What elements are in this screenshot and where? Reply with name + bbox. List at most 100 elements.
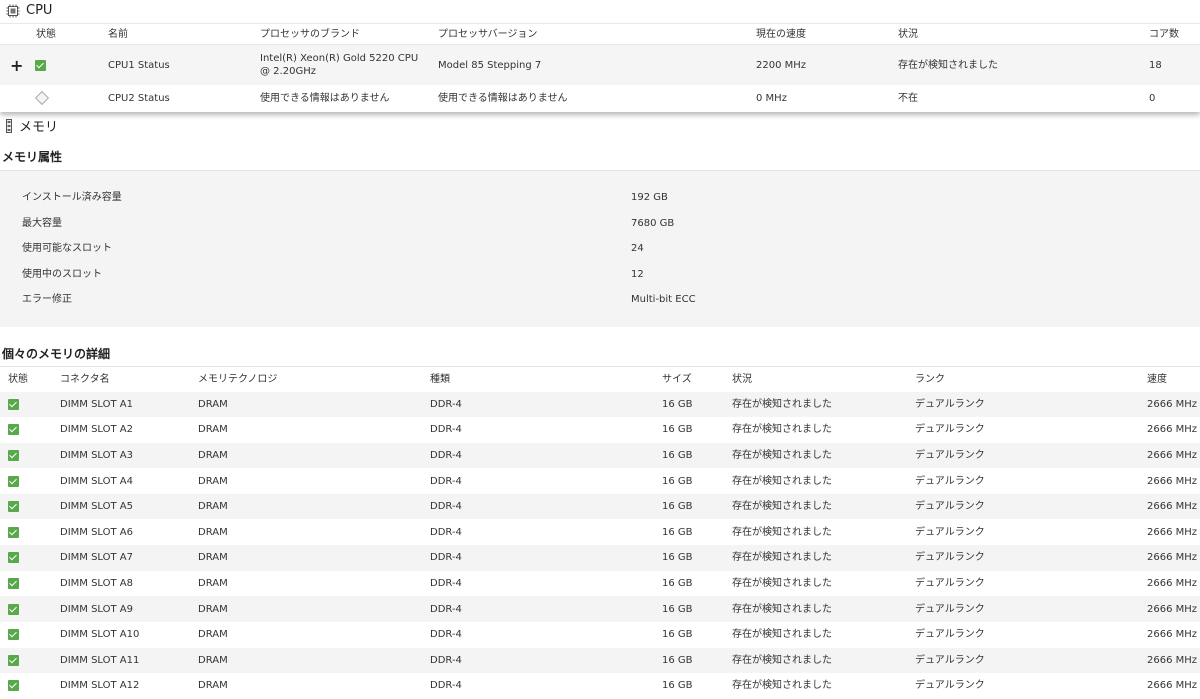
col-header-technology: メモリテクノロジ xyxy=(198,373,278,385)
check-ok-icon xyxy=(8,673,19,699)
dimm-type: DDR-4 xyxy=(430,629,462,641)
dimm-type: DDR-4 xyxy=(430,424,462,436)
dimm-speed: 2666 MHz xyxy=(1147,398,1198,410)
cpu-section-header: CPU xyxy=(6,0,52,20)
dimm-row[interactable]: DIMM SLOT A10 DRAM DDR-4 16 GB 存在が検知されました デュア… xyxy=(0,622,1200,648)
dimm-speed: 2666 MHz xyxy=(1147,424,1198,436)
col-header-status: 状況 xyxy=(732,373,752,385)
dimm-row[interactable]: DIMM SLOT A8 DRAM DDR-4 16 GB 存在が検知されました デュアル… xyxy=(0,571,1200,597)
dimm-row[interactable]: DIMM SLOT A4 DRAM DDR-4 16 GB 存在が検知されました デュアル… xyxy=(0,468,1200,494)
attribute-label: 使用中のスロット xyxy=(22,268,102,280)
dimm-speed: 2666 MHz xyxy=(1147,577,1198,589)
attribute-row: 使用可能なスロット 24 xyxy=(0,238,1200,258)
dimm-type: DDR-4 xyxy=(430,501,462,513)
check-ok-icon xyxy=(8,545,19,571)
dimm-speed: 2666 MHz xyxy=(1147,501,1198,513)
dimm-rank: デュアルランク xyxy=(915,629,985,641)
dimm-speed: 2666 MHz xyxy=(1147,654,1198,666)
dimm-type: DDR-4 xyxy=(430,398,462,410)
cpu-cores: 0 xyxy=(1149,92,1156,104)
dimm-technology: DRAM xyxy=(198,680,228,692)
dimm-size: 16 GB xyxy=(662,398,693,410)
dimm-row[interactable]: DIMM SLOT A6 DRAM DDR-4 16 GB 存在が検知されました デュアル… xyxy=(0,520,1200,546)
attribute-row: インストール済み容量 192 GB xyxy=(0,187,1200,207)
check-ok-icon xyxy=(8,648,19,674)
dimm-type: DDR-4 xyxy=(430,552,462,564)
dimm-connector: DIMM SLOT A9 xyxy=(60,603,134,615)
memory-module-icon xyxy=(5,118,13,133)
dimm-row[interactable]: DIMM SLOT A11 DRAM DDR-4 16 GB 存在が検知されました デュア… xyxy=(0,647,1200,674)
check-ok-icon xyxy=(8,520,19,546)
dimm-rank: デュアルランク xyxy=(915,398,985,410)
dimm-rank: デュアルランク xyxy=(915,603,985,615)
col-header-connector: コネクタ名 xyxy=(60,373,110,385)
dimm-connector: DIMM SLOT A4 xyxy=(60,475,134,487)
dimm-status: 存在が検知されました xyxy=(732,654,832,666)
dimm-technology: DRAM xyxy=(198,449,228,461)
dimm-technology: DRAM xyxy=(198,526,228,538)
dimm-row[interactable]: DIMM SLOT A2 DRAM DDR-4 16 GB 存在が検知されました デュアル… xyxy=(0,417,1200,443)
cpu-row[interactable]: CPU2 Status 使用できる情報はありません 使用できる情報はありません … xyxy=(0,86,1200,110)
dimm-connector: DIMM SLOT A5 xyxy=(60,501,134,513)
dimm-connector: DIMM SLOT A10 xyxy=(60,629,140,641)
cpu-chip-icon xyxy=(6,3,20,18)
check-ok-icon xyxy=(8,571,19,597)
dimm-size: 16 GB xyxy=(662,577,693,589)
dimm-technology: DRAM xyxy=(198,552,228,564)
attribute-row: エラー修正 Multi-bit ECC xyxy=(0,289,1200,309)
col-header-rank: ランク xyxy=(915,373,945,385)
dimm-size: 16 GB xyxy=(662,424,693,436)
cpu-row[interactable]: + CPU1 Status Intel(R) Xeon(R) Gold 5220… xyxy=(0,45,1200,85)
dimm-status: 存在が検知されました xyxy=(732,577,832,589)
dimm-connector: DIMM SLOT A7 xyxy=(60,552,134,564)
dimm-rank: デュアルランク xyxy=(915,680,985,692)
col-header-version: プロセッサバージョン xyxy=(438,28,538,40)
dimm-connector: DIMM SLOT A3 xyxy=(60,449,134,461)
dimm-rank: デュアルランク xyxy=(915,449,985,461)
dimm-rank: デュアルランク xyxy=(915,654,985,666)
check-ok-icon xyxy=(8,622,19,648)
col-header-state: 状態 xyxy=(36,28,56,40)
dimm-row[interactable]: DIMM SLOT A7 DRAM DDR-4 16 GB 存在が検知されました デュアル… xyxy=(0,545,1200,571)
cpu-speed: 2200 MHz xyxy=(756,59,807,71)
dimm-row[interactable]: DIMM SLOT A9 DRAM DDR-4 16 GB 存在が検知されました デュアル… xyxy=(0,596,1200,622)
attribute-row: 最大容量 7680 GB xyxy=(0,213,1200,233)
dimm-row[interactable]: DIMM SLOT A12 DRAM DDR-4 16 GB 存在が検知されました デュア… xyxy=(0,673,1200,699)
dimm-rank: デュアルランク xyxy=(915,501,985,513)
dimm-rank: デュアルランク xyxy=(915,475,985,487)
memory-section-title: メモリ xyxy=(19,119,59,135)
dimm-rank: デュアルランク xyxy=(915,424,985,436)
plus-expand-icon[interactable]: + xyxy=(10,45,23,85)
cpu-name: CPU2 Status xyxy=(108,92,170,104)
dimm-technology: DRAM xyxy=(198,577,228,589)
dimm-row[interactable]: DIMM SLOT A3 DRAM DDR-4 16 GB 存在が検知されました デュアル… xyxy=(0,442,1200,469)
dimm-technology: DRAM xyxy=(198,398,228,410)
dimm-connector: DIMM SLOT A1 xyxy=(60,398,134,410)
dimm-size: 16 GB xyxy=(662,603,693,615)
check-ok-icon xyxy=(8,494,19,520)
attribute-value: 12 xyxy=(631,268,644,280)
col-header-brand: プロセッサのブランド xyxy=(260,28,360,40)
diamond-absent-icon xyxy=(34,86,50,110)
dimm-connector: DIMM SLOT A11 xyxy=(60,654,140,666)
dimm-technology: DRAM xyxy=(198,654,228,666)
attribute-value: 7680 GB xyxy=(631,217,675,229)
dimm-type: DDR-4 xyxy=(430,680,462,692)
check-ok-icon xyxy=(35,45,46,85)
check-ok-icon xyxy=(8,417,19,443)
dimm-size: 16 GB xyxy=(662,552,693,564)
dimm-row[interactable]: DIMM SLOT A1 DRAM DDR-4 16 GB 存在が検知されました デュアル… xyxy=(0,391,1200,418)
cpu-version: 使用できる情報はありません xyxy=(438,92,568,104)
dimm-status: 存在が検知されました xyxy=(732,424,832,436)
attribute-label: インストール済み容量 xyxy=(22,191,122,203)
col-header-speed: 速度 xyxy=(1147,373,1167,385)
dimm-status: 存在が検知されました xyxy=(732,475,832,487)
dimm-type: DDR-4 xyxy=(430,654,462,666)
dimm-status: 存在が検知されました xyxy=(732,501,832,513)
cpu-cores: 18 xyxy=(1149,59,1162,71)
dimm-row[interactable]: DIMM SLOT A5 DRAM DDR-4 16 GB 存在が検知されました デュアル… xyxy=(0,493,1200,520)
cpu-brand: 使用できる情報はありません xyxy=(260,92,390,104)
dimm-rank: デュアルランク xyxy=(915,577,985,589)
attribute-label: 最大容量 xyxy=(22,217,62,229)
cpu-table-header: 状態 名前 プロセッサのブランド プロセッサバージョン 現在の速度 状況 コア数 xyxy=(0,23,1200,45)
